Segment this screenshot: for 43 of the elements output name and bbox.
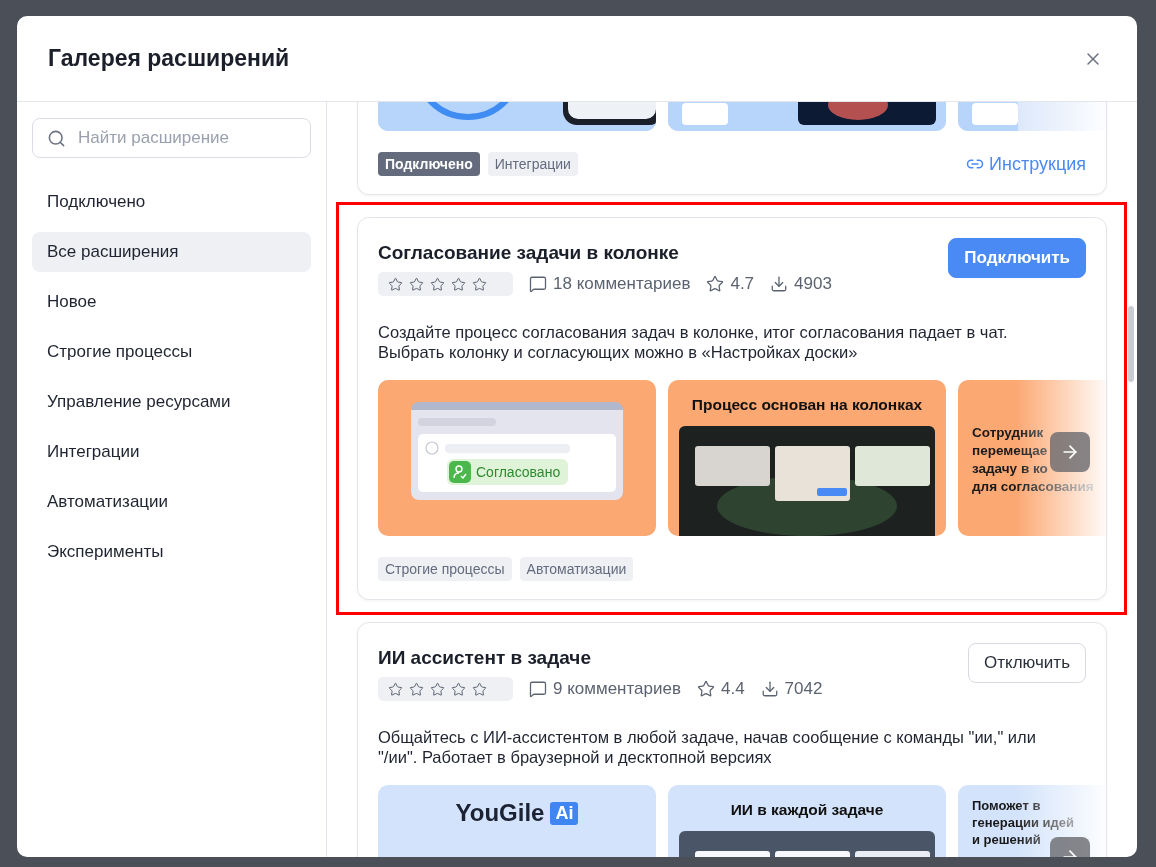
extension-description: Создайте процесс согласования задач в колонке, итог согласования падает в чат. Выбрать колонку и согласующих можно в «Настройках доски» <box>378 322 1009 362</box>
status-tag: Подключено <box>378 152 480 176</box>
comments-count: 9 комментариев <box>553 679 681 699</box>
category-item[interactable]: Автоматизации <box>32 482 311 522</box>
slide-card[interactable]: Процесс основан на колонках <box>668 380 946 536</box>
category-item[interactable]: Эксперименты <box>32 532 311 572</box>
logo-text: YouGile <box>455 799 545 827</box>
dialog-title: Галерея расширений <box>48 45 290 72</box>
slide-text: Поможет в <box>972 797 1041 814</box>
slide-card[interactable]: ИИ в каждой задаче <box>668 785 946 857</box>
category-item[interactable]: Управление ресурсами <box>32 382 311 422</box>
slide-card[interactable]: Сотрудник перемещае задачу в ко для согласования <box>958 380 1106 536</box>
comments-count: 18 комментариев <box>553 274 691 294</box>
downloads-count: 4903 <box>794 274 832 294</box>
slide-title: ИИ в каждой задаче <box>730 801 884 819</box>
slide-text: генерации идей <box>972 814 1074 831</box>
search-field[interactable]: Найти расширение <box>32 118 311 158</box>
slide-card[interactable]: YouGile Ai <box>378 785 656 857</box>
category-item[interactable]: Новое <box>32 282 311 322</box>
disconnect-button[interactable]: Отключить <box>968 643 1086 683</box>
category-item[interactable]: Подключено <box>32 182 311 222</box>
slide-text: Сотрудник <box>972 424 1044 442</box>
slide-card[interactable]: Поможет в генерации идей и решений <box>958 785 1106 857</box>
slide-text: перемещае <box>972 442 1048 460</box>
category-item[interactable]: Все расширения <box>32 232 311 272</box>
rating-value: 4.7 <box>730 274 755 294</box>
category-item[interactable]: Интеграции <box>32 432 311 472</box>
slide-card[interactable]: Согласовано <box>378 380 656 536</box>
category-tag: Строгие процессы <box>378 557 512 581</box>
rating-value: 4.4 <box>720 679 745 699</box>
extension-description: Общайтесь с ИИ-ассистентом в любой задаче, начав сообщение с команды "ии," или "/ии". Работает в браузерной и десктопной версиях <box>378 727 1037 767</box>
slide-text: и решений <box>972 831 1041 848</box>
extension-title: Согласование задачи в колонке <box>378 242 679 264</box>
status-text: Согласовано <box>476 464 561 480</box>
slide-text: для согласования <box>972 478 1094 496</box>
category-tag: Интеграции <box>487 152 578 176</box>
slide-title: Процесс основан на колонках <box>691 396 923 414</box>
slide-text: задачу в ко <box>972 460 1048 478</box>
category-tag: Автоматизации <box>519 557 634 581</box>
downloads-count: 7042 <box>784 679 823 699</box>
logo-badge: Ai <box>550 801 579 825</box>
category-item[interactable]: Строгие процессы <box>32 332 311 372</box>
extension-title: ИИ ассистент в задаче <box>378 647 591 669</box>
